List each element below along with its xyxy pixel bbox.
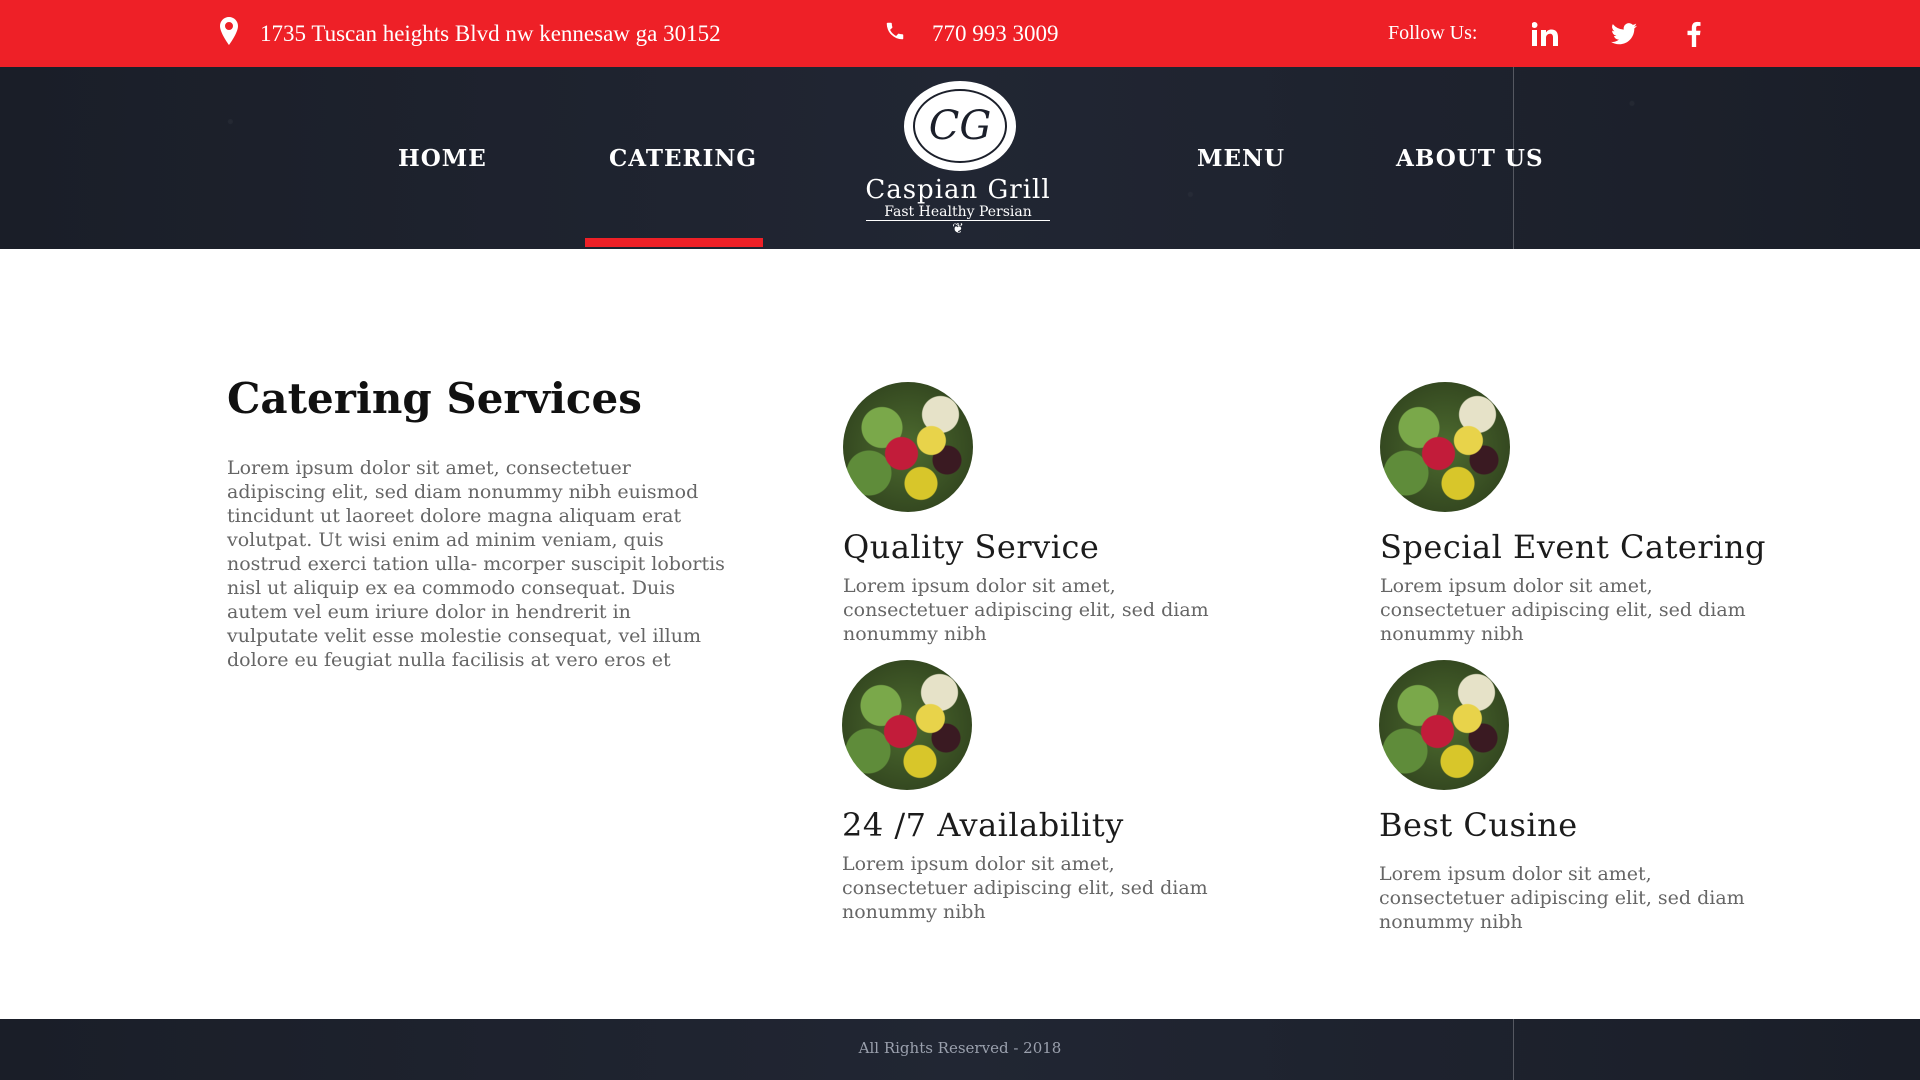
nav-divider [1513,67,1514,249]
footer: All Rights Reserved - 2018 [0,1019,1920,1080]
address-text: 1735 Tuscan heights Blvd nw kennesaw ga … [260,20,721,46]
feature-card: 24 /7 Availability Lorem ipsum dolor sit… [842,660,1262,924]
phone-number[interactable]: 770 993 3009 [932,21,1059,47]
logo-emblem: CG [904,81,1016,171]
feature-title: Special Event Catering [1380,528,1766,566]
feature-description: Lorem ipsum dolor sit amet, consectetuer… [842,853,1208,923]
food-image [1380,382,1510,512]
linkedin-icon[interactable] [1527,0,1563,67]
map-pin-icon [220,16,238,51]
caspian-grill-logo[interactable]: CG Caspian Grill Fast Healthy Persian ❦ [858,81,1058,237]
nav-item-home[interactable]: HOME [398,67,487,249]
top-contact-bar: 1735 Tuscan heights Blvd nw kennesaw ga … [0,0,1920,67]
feature-title: Best Cusine [1379,806,1578,844]
phone-block: 770 993 3009 [884,0,1059,67]
logo-flourish-icon: ❦ [952,221,964,237]
nav-item-about-us[interactable]: ABOUT US [1396,67,1544,249]
food-image [842,660,972,790]
feature-card: Special Event Catering Lorem ipsum dolor… [1380,382,1800,646]
food-image [843,382,973,512]
food-image [1379,660,1509,790]
page-title: Catering Services [227,374,642,423]
active-nav-indicator [585,238,763,247]
feature-card: Best Cusine Lorem ipsum dolor sit amet, … [1379,660,1799,934]
follow-us-label: Follow Us: [1388,22,1478,44]
feature-description: Lorem ipsum dolor sit amet, consectetuer… [1380,575,1746,645]
logo-monogram: CG [913,89,1007,163]
logo-tagline: Fast Healthy Persian [866,204,1050,221]
nav-item-catering[interactable]: CATERING [609,67,757,249]
feature-card: Quality Service Lorem ipsum dolor sit am… [843,382,1263,646]
feature-description: Lorem ipsum dolor sit amet, consectetuer… [843,575,1209,645]
feature-title: Quality Service [843,528,1100,566]
phone-icon [884,20,906,48]
address-block: 1735 Tuscan heights Blvd nw kennesaw ga … [220,0,721,67]
copyright-text: All Rights Reserved - 2018 [858,1039,1062,1057]
twitter-icon[interactable] [1606,0,1642,67]
main-navigation: HOME CATERING CG Caspian Grill Fast Heal… [0,67,1920,249]
intro-paragraph: Lorem ipsum dolor sit amet, consectetuer… [227,457,725,671]
feature-title: 24 /7 Availability [842,806,1124,844]
logo-name: Caspian Grill [865,175,1051,205]
facebook-icon[interactable] [1676,0,1712,67]
feature-description: Lorem ipsum dolor sit amet, consectetuer… [1379,863,1745,933]
nav-item-menu[interactable]: MENU [1197,67,1285,249]
